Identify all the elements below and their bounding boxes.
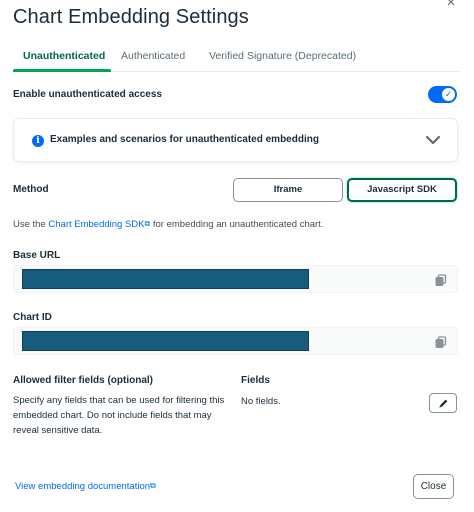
close-button[interactable]: Close bbox=[413, 474, 454, 499]
tab-unauthenticated[interactable]: Unauthenticated bbox=[23, 50, 105, 62]
chart-embedding-sdk-link-label: Chart Embedding SDK bbox=[48, 219, 145, 230]
info-icon: i bbox=[32, 135, 44, 147]
copy-icon[interactable] bbox=[435, 274, 447, 286]
doc-link-label: View embedding documentation bbox=[15, 481, 151, 492]
pencil-icon bbox=[439, 399, 448, 408]
close-icon[interactable]: × bbox=[442, 0, 460, 12]
active-tab-indicator bbox=[13, 69, 111, 72]
copy-icon[interactable] bbox=[435, 336, 447, 348]
base-url-label: Base URL bbox=[13, 250, 61, 261]
method-javascript-sdk-button[interactable]: Javascript SDK bbox=[347, 178, 457, 202]
chart-id-label: Chart ID bbox=[13, 312, 52, 323]
edit-fields-button[interactable] bbox=[429, 393, 457, 413]
unauthenticated-access-label: Enable unauthenticated access bbox=[13, 89, 162, 100]
external-link-icon: ⧉ bbox=[150, 481, 156, 490]
chevron-down-icon bbox=[425, 135, 441, 145]
base-url-value-redacted bbox=[22, 269, 309, 289]
examples-accordion[interactable]: i Examples and scenarios for unauthentic… bbox=[13, 118, 458, 162]
chart-id-field bbox=[13, 327, 458, 355]
sdk-help-text: Use the Chart Embedding SDK⧉ for embeddi… bbox=[13, 219, 323, 230]
allowed-filter-fields-label: Allowed filter fields (optional) bbox=[13, 375, 153, 386]
base-url-field bbox=[13, 265, 458, 293]
fields-value: No fields. bbox=[241, 396, 281, 407]
method-iframe-button[interactable]: Iframe bbox=[233, 178, 343, 202]
view-embedding-documentation-link[interactable]: View embedding documentation⧉ bbox=[15, 481, 156, 492]
tab-bar: Unauthenticated Authenticated Verified S… bbox=[13, 44, 460, 72]
tab-verified-signature[interactable]: Verified Signature (Deprecated) bbox=[209, 50, 356, 62]
examples-accordion-label: Examples and scenarios for unauthenticat… bbox=[50, 134, 319, 145]
help-prefix: Use the bbox=[13, 219, 49, 230]
check-icon: ✓ bbox=[442, 88, 455, 101]
help-suffix: for embedding an unauthenticated chart. bbox=[150, 219, 324, 230]
fields-label: Fields bbox=[241, 375, 270, 386]
unauthenticated-access-toggle[interactable]: ✓ bbox=[428, 86, 457, 103]
chart-id-value-redacted bbox=[22, 331, 309, 351]
chart-embedding-sdk-link[interactable]: Chart Embedding SDK⧉ bbox=[48, 219, 150, 230]
filter-fields-description: Specify any fields that can be used for … bbox=[13, 395, 225, 436]
page-title: Chart Embedding Settings bbox=[13, 6, 249, 28]
method-label: Method bbox=[13, 184, 49, 195]
tab-authenticated[interactable]: Authenticated bbox=[121, 50, 185, 62]
